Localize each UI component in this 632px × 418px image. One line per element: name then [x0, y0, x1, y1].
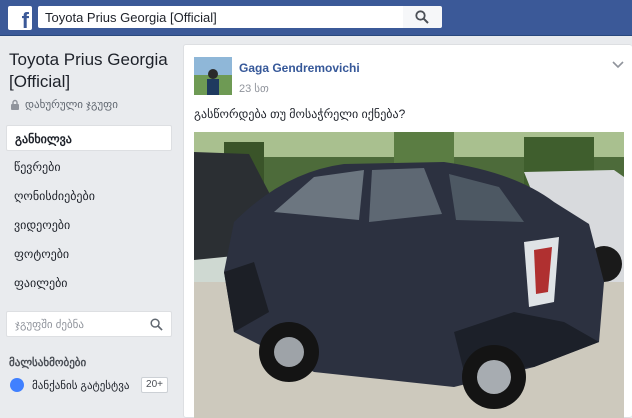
post-author[interactable]: Gaga Gendremovichi	[239, 61, 360, 75]
group-icon	[10, 378, 24, 392]
group-privacy: დახურული ჯგუფი	[9, 98, 118, 111]
nav-item-videos[interactable]: ვიდეოები	[6, 212, 172, 238]
facebook-logo-icon[interactable]: f	[8, 6, 32, 32]
group-search-input[interactable]: ჯგუფში ძებნა	[6, 311, 172, 337]
search-icon	[415, 10, 429, 24]
shortcut-badge: 20+	[141, 377, 168, 393]
avatar[interactable]	[194, 57, 232, 95]
chevron-down-icon[interactable]	[612, 61, 624, 69]
car-photo-image	[194, 132, 624, 418]
top-navigation-bar: f Toyota Prius Georgia [Official]	[0, 0, 632, 36]
search-button[interactable]	[403, 6, 442, 28]
group-search-placeholder: ჯგუფში ძებნა	[15, 319, 85, 331]
group-name[interactable]: Toyota Prius Georgia [Official]	[9, 49, 174, 93]
nav-item-photos[interactable]: ფოტოები	[6, 241, 172, 267]
group-sidebar: Toyota Prius Georgia [Official] დახურული…	[0, 36, 180, 418]
post-text: გასწორდება თუ მოსაჭრელი იქნება?	[194, 107, 406, 121]
shortcuts-title: მალსახმობები	[9, 357, 87, 369]
post-card: Gaga Gendremovichi 23 სთ გასწორდება თუ მ…	[183, 44, 632, 418]
nav-item-events[interactable]: ღონისძიებები	[6, 183, 172, 209]
shortcut-item[interactable]: მანქანის გატესტვა 20+	[6, 374, 172, 396]
search-icon[interactable]	[150, 318, 163, 331]
group-privacy-label: დახურული ჯგუფი	[25, 99, 118, 111]
post-timestamp[interactable]: 23 სთ	[239, 82, 269, 95]
post-photo[interactable]	[194, 132, 624, 418]
lock-icon	[11, 99, 19, 110]
shortcut-label: მანქანის გატესტვა	[32, 380, 130, 392]
nav-item-members[interactable]: წევრები	[6, 154, 172, 180]
nav-item-files[interactable]: ფაილები	[6, 270, 172, 296]
search-input[interactable]: Toyota Prius Georgia [Official]	[38, 6, 403, 28]
nav-item-discussion[interactable]: განხილვა	[6, 125, 172, 151]
